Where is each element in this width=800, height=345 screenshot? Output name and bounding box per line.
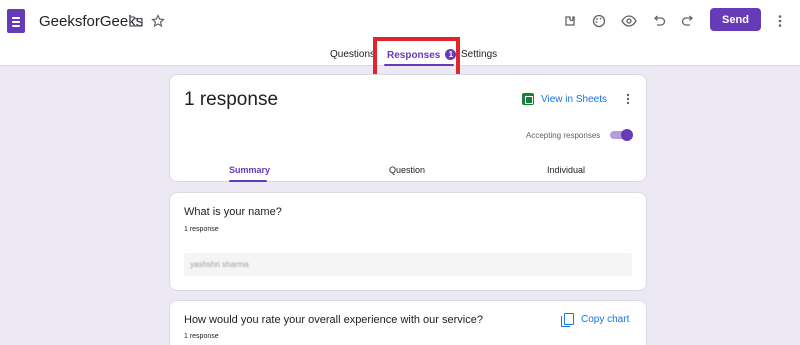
copy-chart-button[interactable]: Copy chart [561, 313, 629, 327]
more-options-icon[interactable] [621, 92, 635, 106]
undo-icon[interactable] [650, 12, 668, 30]
accepting-responses-label: Accepting responses [526, 131, 601, 140]
question-title: What is your name? [184, 206, 282, 218]
redo-icon[interactable] [679, 12, 697, 30]
more-vert-icon[interactable] [771, 12, 789, 30]
sheets-icon [522, 93, 534, 105]
annotation-highlight-box [373, 37, 460, 78]
subtab-question[interactable]: Question [389, 165, 425, 175]
palette-icon[interactable] [590, 12, 608, 30]
active-subtab-indicator [229, 180, 267, 182]
question-response-count: 1 response [184, 226, 219, 233]
view-in-sheets-link[interactable]: View in Sheets [522, 93, 607, 105]
answer-item: yashshri sharma [184, 253, 632, 276]
subtab-individual[interactable]: Individual [547, 165, 585, 175]
question-response-count: 1 response [184, 333, 219, 340]
copy-icon [561, 313, 574, 327]
customize-theme-icon[interactable] [561, 12, 579, 30]
subtab-summary[interactable]: Summary [229, 165, 270, 175]
question-title: How would you rate your overall experien… [184, 314, 483, 326]
answer-text: yashshri sharma [190, 260, 249, 269]
forms-doc-icon[interactable] [7, 9, 25, 33]
star-icon[interactable] [149, 12, 167, 30]
accepting-responses-toggle[interactable] [610, 129, 634, 141]
tab-questions[interactable]: Questions [330, 49, 375, 60]
tab-settings[interactable]: Settings [461, 49, 497, 60]
folder-icon[interactable] [127, 12, 145, 30]
responses-summary-card: 1 response View in Sheets Accepting resp… [169, 74, 647, 182]
preview-eye-icon[interactable] [620, 12, 638, 30]
send-button[interactable]: Send [710, 8, 761, 31]
response-count: 1 response [184, 89, 279, 110]
question-card: How would you rate your overall experien… [169, 300, 647, 345]
question-card: What is your name? 1 response yashshri s… [169, 192, 647, 291]
